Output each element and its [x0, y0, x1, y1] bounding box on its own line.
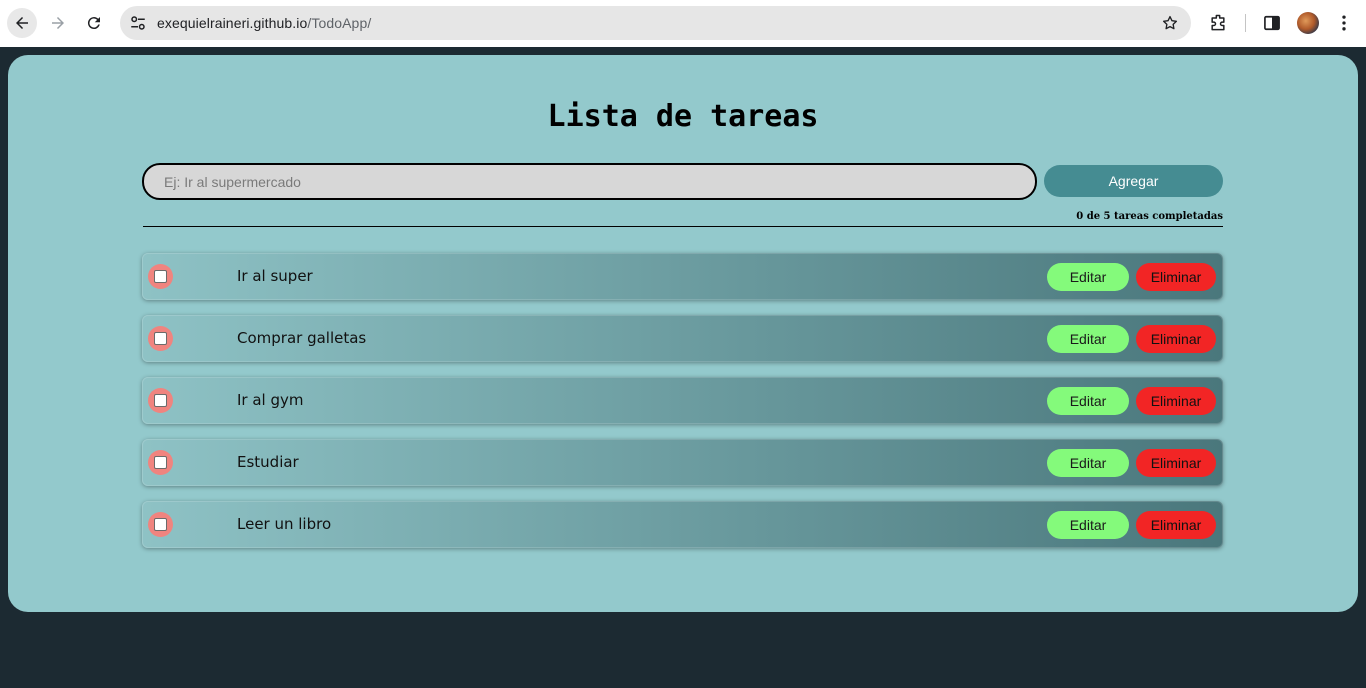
delete-task-button[interactable]: Eliminar — [1136, 387, 1216, 415]
divider — [143, 226, 1223, 227]
task-list: Ir al super Editar Eliminar Comprar gall… — [142, 253, 1223, 563]
checkbox-square[interactable] — [154, 394, 167, 407]
browser-toolbar: exequielraineri.github.io/TodoApp/ — [0, 0, 1366, 47]
task-checkbox[interactable] — [148, 450, 173, 475]
edit-task-button[interactable]: Editar — [1047, 263, 1129, 291]
kebab-menu-icon[interactable] — [1334, 13, 1354, 33]
new-task-input[interactable] — [142, 163, 1037, 200]
extensions-icon[interactable] — [1208, 13, 1228, 33]
checkbox-square[interactable] — [154, 456, 167, 469]
reload-icon — [87, 17, 100, 30]
bookmark-star-icon[interactable] — [1161, 14, 1179, 32]
back-button[interactable] — [7, 8, 37, 38]
forward-arrow-icon — [52, 17, 64, 29]
task-label: Ir al super — [237, 267, 313, 285]
back-arrow-icon — [16, 17, 28, 29]
delete-task-button[interactable]: Eliminar — [1136, 325, 1216, 353]
url-path: /TodoApp/ — [307, 15, 372, 31]
task-label: Leer un libro — [237, 515, 332, 533]
add-task-button[interactable]: Agregar — [1044, 165, 1223, 197]
task-item: Ir al gym Editar Eliminar — [142, 377, 1223, 424]
page-title: Lista de tareas — [547, 99, 819, 134]
task-checkbox[interactable] — [148, 326, 173, 351]
checkbox-square[interactable] — [154, 518, 167, 531]
task-item: Ir al super Editar Eliminar — [142, 253, 1223, 300]
profile-avatar[interactable] — [1297, 12, 1319, 34]
task-item: Estudiar Editar Eliminar — [142, 439, 1223, 486]
site-settings-icon[interactable] — [129, 14, 147, 32]
checkbox-square[interactable] — [154, 332, 167, 345]
forward-button[interactable] — [43, 8, 73, 38]
checkbox-square[interactable] — [154, 270, 167, 283]
delete-task-button[interactable]: Eliminar — [1136, 511, 1216, 539]
task-label: Comprar galletas — [237, 329, 367, 347]
toolbar-separator — [1245, 14, 1246, 32]
delete-task-button[interactable]: Eliminar — [1136, 449, 1216, 477]
url-text: exequielraineri.github.io/TodoApp/ — [157, 15, 371, 31]
edit-task-button[interactable]: Editar — [1047, 387, 1129, 415]
reload-button[interactable] — [79, 8, 109, 38]
task-checkbox[interactable] — [148, 388, 173, 413]
task-label: Ir al gym — [237, 391, 304, 409]
edit-task-button[interactable]: Editar — [1047, 449, 1129, 477]
task-item: Comprar galletas Editar Eliminar — [142, 315, 1223, 362]
task-checkbox[interactable] — [148, 264, 173, 289]
url-domain: exequielraineri.github.io — [157, 15, 308, 31]
task-item: Leer un libro Editar Eliminar — [142, 501, 1223, 548]
address-bar[interactable]: exequielraineri.github.io/TodoApp/ — [120, 6, 1191, 40]
edit-task-button[interactable]: Editar — [1047, 325, 1129, 353]
delete-task-button[interactable]: Eliminar — [1136, 263, 1216, 291]
completed-counter: 0 de 5 tareas completadas — [1076, 211, 1223, 222]
task-label: Estudiar — [237, 453, 299, 471]
edit-task-button[interactable]: Editar — [1047, 511, 1129, 539]
side-panel-icon[interactable] — [1262, 13, 1282, 33]
task-checkbox[interactable] — [148, 512, 173, 537]
todo-app-card: Lista de tareas Agregar 0 de 5 tareas co… — [8, 55, 1358, 612]
